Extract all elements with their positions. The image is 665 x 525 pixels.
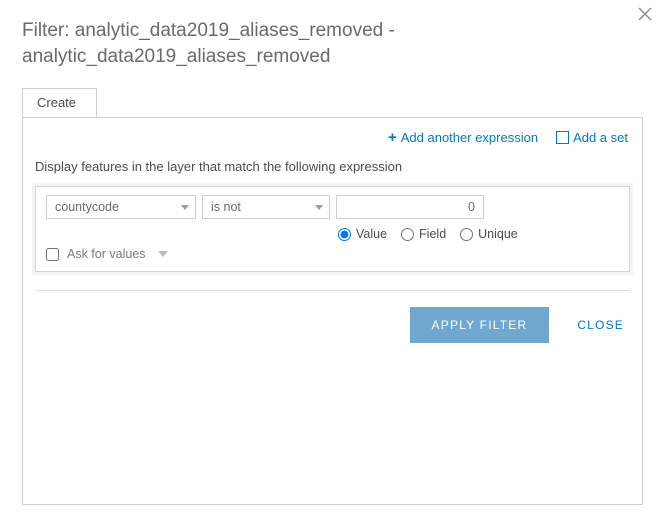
tab-create[interactable]: Create <box>22 88 97 117</box>
field-dropdown-value: countycode <box>55 200 119 214</box>
chevron-down-icon[interactable] <box>158 251 168 257</box>
description-text: Display features in the layer that match… <box>35 159 630 174</box>
value-type-radios: Value Field Unique <box>338 227 619 241</box>
ask-for-values-label: Ask for values <box>67 247 146 261</box>
value-input[interactable] <box>336 195 484 219</box>
radio-field-input[interactable] <box>401 228 414 241</box>
expression-box: countycode is not Value Field <box>35 186 630 272</box>
add-set-link[interactable]: Add a set <box>556 130 628 145</box>
tab-create-label: Create <box>37 95 76 110</box>
radio-value-label: Value <box>356 227 387 241</box>
radio-value[interactable]: Value <box>338 227 387 241</box>
ask-for-values-checkbox[interactable] <box>46 248 59 261</box>
radio-unique-input[interactable] <box>460 228 473 241</box>
dialog-footer: APPLY FILTER CLOSE <box>35 307 630 343</box>
ask-for-values-row: Ask for values <box>46 247 619 261</box>
add-expression-label: Add another expression <box>401 130 538 145</box>
operator-dropdown-value: is not <box>211 200 241 214</box>
radio-field[interactable]: Field <box>401 227 446 241</box>
add-expression-link[interactable]: + Add another expression <box>388 130 538 145</box>
expression-row: countycode is not <box>46 195 619 219</box>
close-button[interactable]: CLOSE <box>577 318 624 332</box>
set-box-icon <box>556 131 569 144</box>
create-panel: + Add another expression Add a set Displ… <box>22 117 643 505</box>
apply-filter-button[interactable]: APPLY FILTER <box>410 307 550 343</box>
filter-dialog: Filter: analytic_data2019_aliases_remove… <box>0 0 665 525</box>
radio-unique[interactable]: Unique <box>460 227 518 241</box>
radio-field-label: Field <box>419 227 446 241</box>
radio-unique-label: Unique <box>478 227 518 241</box>
tabs-row: Create <box>22 87 643 117</box>
dialog-title: Filter: analytic_data2019_aliases_remove… <box>22 18 643 69</box>
divider <box>35 290 630 291</box>
operator-dropdown[interactable]: is not <box>202 195 330 219</box>
chevron-down-icon <box>181 205 189 210</box>
close-icon[interactable] <box>637 6 655 24</box>
radio-value-input[interactable] <box>338 228 351 241</box>
apply-filter-label: APPLY FILTER <box>432 318 528 332</box>
add-set-label: Add a set <box>573 130 628 145</box>
plus-icon: + <box>388 130 397 145</box>
chevron-down-icon <box>315 205 323 210</box>
close-button-label: CLOSE <box>577 318 624 332</box>
expression-toolbar: + Add another expression Add a set <box>35 128 630 155</box>
field-dropdown[interactable]: countycode <box>46 195 196 219</box>
